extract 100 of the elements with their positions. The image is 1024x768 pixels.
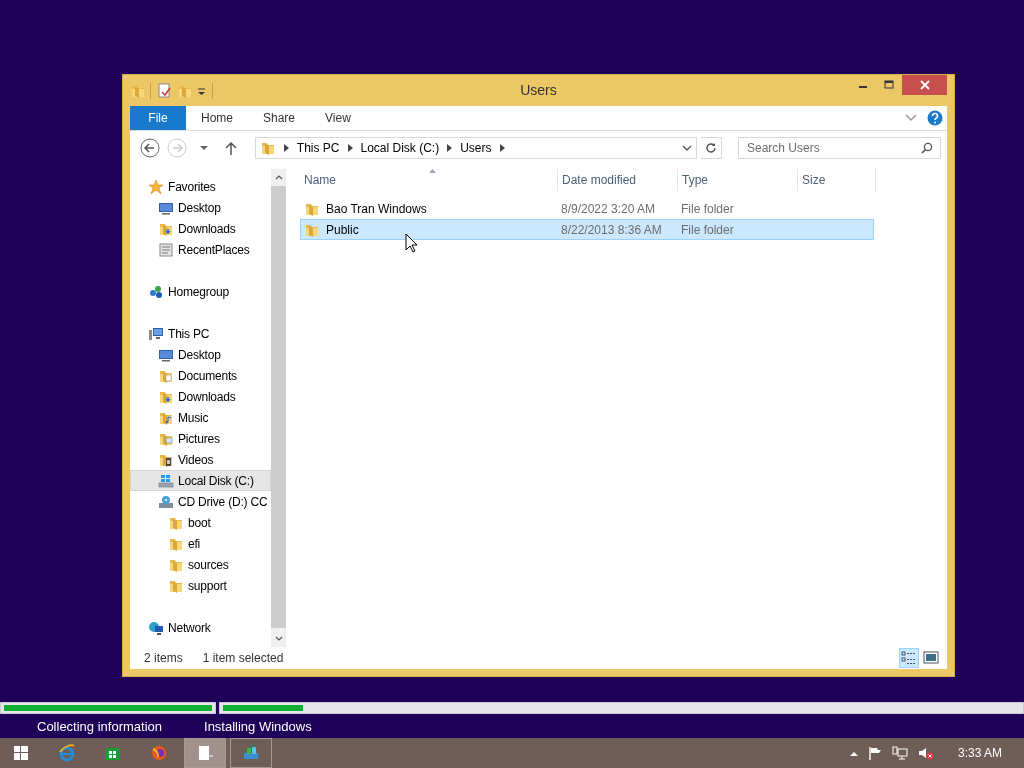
column-header[interactable]: Name	[300, 169, 558, 191]
nav-item[interactable]: Network	[130, 617, 271, 638]
nav-item[interactable]: Documents	[130, 365, 271, 386]
nav-item[interactable]: support	[130, 575, 271, 596]
flag-icon[interactable]	[867, 746, 882, 760]
back-button[interactable]	[138, 136, 162, 160]
file-name: Bao Tran Windows	[326, 201, 427, 216]
breadcrumb[interactable]: Users	[460, 141, 492, 155]
chevron-icon[interactable]	[283, 144, 289, 152]
nav-item-label: boot	[188, 515, 211, 530]
nav-item-label: This PC	[168, 326, 210, 341]
show-hidden-icons-icon[interactable]	[849, 750, 858, 756]
nav-item-label: RecentPlaces	[178, 242, 250, 257]
star-icon	[148, 178, 164, 195]
windows-logo-icon	[13, 745, 29, 761]
nav-item-label: Favorites	[168, 179, 216, 194]
computer-icon	[148, 325, 164, 342]
nav-item[interactable]: RecentPlaces	[130, 239, 271, 260]
nav-item[interactable]: CD Drive (D:) CC	[130, 491, 271, 512]
nav-item[interactable]: efi	[130, 533, 271, 554]
caret-icon	[200, 145, 208, 151]
refresh-button[interactable]	[700, 137, 722, 159]
nav-item[interactable]: Videos	[130, 449, 271, 470]
properties-icon[interactable]	[157, 82, 171, 99]
step-label: Installing Windows	[204, 718, 312, 735]
column-header[interactable]: Date modified	[558, 169, 678, 191]
details-view-icon	[901, 650, 917, 666]
browser-icon	[58, 744, 76, 762]
scroll-down-icon[interactable]	[274, 636, 283, 641]
close-button[interactable]	[902, 75, 947, 95]
column-header[interactable]: Type	[678, 169, 798, 191]
file-row[interactable]: Bao Tran Windows 8/9/2022 3:20 AM File folder	[300, 198, 874, 219]
scroll-up-icon[interactable]	[274, 175, 283, 180]
window-title: Users	[520, 82, 557, 98]
nav-item-label: support	[188, 578, 227, 593]
nav-item-label: Pictures	[178, 431, 220, 446]
nav-item-label: CD Drive (D:) CC	[178, 494, 268, 509]
taskbar-button[interactable]	[184, 738, 226, 768]
nav-item[interactable]: Music	[130, 407, 271, 428]
nav-item[interactable]: This PC	[130, 323, 271, 344]
sort-arrow-icon	[428, 169, 436, 173]
nav-item-label: Downloads	[178, 221, 236, 236]
maximize-icon	[884, 80, 894, 90]
file-row[interactable]: Public 8/22/2013 8:36 AM File folder	[300, 219, 874, 240]
nav-item[interactable]: Pictures	[130, 428, 271, 449]
refresh-icon	[704, 142, 717, 154]
document-icon	[196, 744, 214, 762]
taskbar-button[interactable]	[230, 738, 272, 768]
network-icon[interactable]	[891, 746, 908, 760]
search-field[interactable]: Search Users	[738, 137, 941, 159]
nav-item[interactable]: Downloads	[130, 386, 271, 407]
nav-item[interactable]: boot	[130, 512, 271, 533]
date-modified: 8/9/2022 3:20 AM	[560, 201, 657, 216]
nav-item-label: Videos	[178, 452, 214, 467]
nav-item[interactable]: Downloads	[130, 218, 271, 239]
view-button[interactable]	[899, 648, 919, 668]
nav-item[interactable]: Local Disk (C:)	[130, 470, 271, 491]
nav-item-label: Documents	[178, 368, 237, 383]
ribbon-tab[interactable]: View	[310, 106, 366, 130]
breadcrumb[interactable]: This PC	[296, 141, 340, 155]
file-type: File folder	[680, 222, 735, 237]
mouse-pointer-icon	[405, 233, 418, 253]
nav-item-label: Local Disk (C:)	[178, 473, 254, 488]
large-icons-view-icon	[923, 650, 939, 666]
fox-globe-icon	[150, 744, 168, 762]
nav-item[interactable]: Desktop	[130, 344, 271, 365]
chevron-icon[interactable]	[347, 144, 353, 152]
ribbon-tab[interactable]: Share	[248, 106, 311, 130]
close-icon	[919, 80, 930, 90]
nav-item-label: Music	[178, 410, 209, 425]
date-modified: 8/22/2013 8:36 AM	[560, 222, 663, 237]
file-type: File folder	[680, 201, 735, 216]
help-icon[interactable]	[927, 110, 943, 126]
nav-item[interactable]: Favorites	[130, 176, 271, 197]
nav-item-label: sources	[188, 557, 229, 572]
nav-item[interactable]: sources	[130, 554, 271, 575]
disc-drive-icon	[158, 493, 174, 510]
network-icon	[148, 619, 164, 636]
nav-item[interactable]: Desktop	[130, 197, 271, 218]
step-label: Collecting information	[37, 718, 162, 735]
search-icon	[921, 142, 933, 154]
muted-speaker-icon[interactable]	[917, 746, 934, 760]
folder-icon	[259, 140, 276, 156]
dropdown-icon[interactable]	[681, 145, 692, 151]
homegroup-icon	[148, 283, 164, 300]
column-header[interactable]: Size	[798, 169, 876, 191]
clock[interactable]: 3:33 AM	[957, 746, 1002, 760]
nav-item[interactable]: Homegroup	[130, 281, 271, 302]
breadcrumb[interactable]: Local Disk (C:)	[360, 141, 440, 155]
setup-icon	[242, 744, 260, 762]
expand-ribbon-icon[interactable]	[905, 113, 917, 123]
recent-places-icon	[158, 241, 174, 258]
address-field[interactable]: This PC Local Disk (C:) Users	[254, 137, 697, 159]
chevron-icon[interactable]	[499, 144, 505, 152]
scrollbar[interactable]	[271, 169, 286, 647]
up-arrow-icon	[225, 141, 238, 155]
chevron-icon[interactable]	[447, 144, 453, 152]
file-menu-button[interactable]: File	[130, 106, 186, 130]
ribbon-tab[interactable]: Home	[186, 106, 248, 130]
drive-icon	[158, 472, 174, 489]
